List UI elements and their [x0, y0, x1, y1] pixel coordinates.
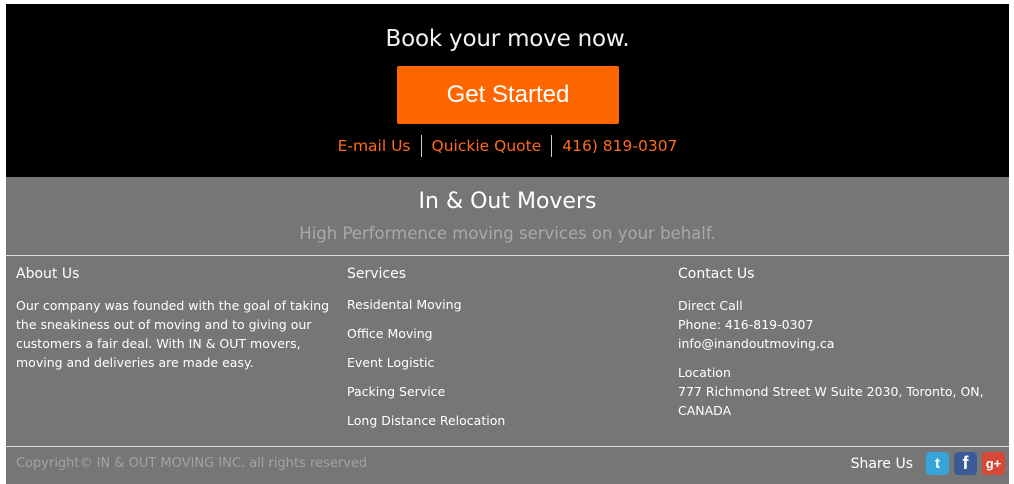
- about-column: About Us Our company was founded with th…: [16, 266, 346, 370]
- email-us-link[interactable]: E-mail Us: [331, 137, 418, 155]
- service-link-long-distance[interactable]: Long Distance Relocation: [347, 413, 505, 428]
- brand-tagline: High Performence moving services on your…: [299, 224, 716, 243]
- list-item: Event Logistic: [347, 354, 505, 383]
- about-text: Our company was founded with the goal of…: [16, 298, 330, 370]
- contact-email: info@inandoutmoving.ca: [678, 336, 835, 351]
- services-column: Services Residental Moving Office Moving…: [347, 266, 667, 428]
- divider: [6, 255, 1009, 256]
- cta-section: Book your move now. Get Started E-mail U…: [6, 4, 1009, 177]
- facebook-icon[interactable]: f: [954, 452, 977, 475]
- contact-phone: Phone: 416-819-0307: [678, 317, 814, 332]
- list-item: Residental Moving: [347, 296, 505, 325]
- service-link-office[interactable]: Office Moving: [347, 326, 433, 341]
- list-item: Office Moving: [347, 325, 505, 354]
- services-heading: Services: [347, 266, 407, 282]
- cta-links: E-mail Us Quickie Quote 416) 819-0307: [6, 135, 1009, 157]
- contact-location: Location 777 Richmond Street W Suite 203…: [678, 363, 1008, 420]
- location-label: Location: [678, 365, 731, 380]
- twitter-icon[interactable]: t: [926, 452, 949, 475]
- contact-address: 777 Richmond Street W Suite 2030, Toront…: [678, 384, 984, 418]
- contact-column: Contact Us Direct Call Phone: 416-819-03…: [678, 266, 1008, 418]
- quickie-quote-link[interactable]: Quickie Quote: [425, 137, 549, 155]
- list-item: Long Distance Relocation: [347, 412, 505, 441]
- copyright-text: Copyright© IN & OUT MOVING INC. all righ…: [16, 456, 368, 471]
- page-frame: Book your move now. Get Started E-mail U…: [6, 4, 1009, 484]
- link-divider: [551, 135, 553, 157]
- phone-link[interactable]: 416) 819-0307: [555, 137, 684, 155]
- divider: [6, 446, 1009, 447]
- list-item: Packing Service: [347, 383, 505, 412]
- service-link-event[interactable]: Event Logistic: [347, 355, 434, 370]
- brand-name: In & Out Movers: [418, 189, 597, 214]
- service-link-residential[interactable]: Residental Moving: [347, 297, 462, 312]
- get-started-button[interactable]: Get Started: [397, 66, 619, 124]
- services-list: Residental Moving Office Moving Event Lo…: [347, 296, 505, 441]
- service-link-packing[interactable]: Packing Service: [347, 384, 445, 399]
- google-plus-icon[interactable]: g+: [982, 452, 1005, 475]
- cta-title: Book your move now.: [385, 26, 630, 52]
- contact-details: Direct Call Phone: 416-819-0307 info@ina…: [678, 296, 1008, 353]
- share-bar: Share Us t f g+: [851, 452, 1005, 475]
- link-divider: [420, 135, 422, 157]
- about-heading: About Us: [16, 266, 80, 282]
- direct-call-label: Direct Call: [678, 298, 743, 313]
- contact-heading: Contact Us: [678, 266, 755, 282]
- share-label: Share Us: [850, 455, 913, 472]
